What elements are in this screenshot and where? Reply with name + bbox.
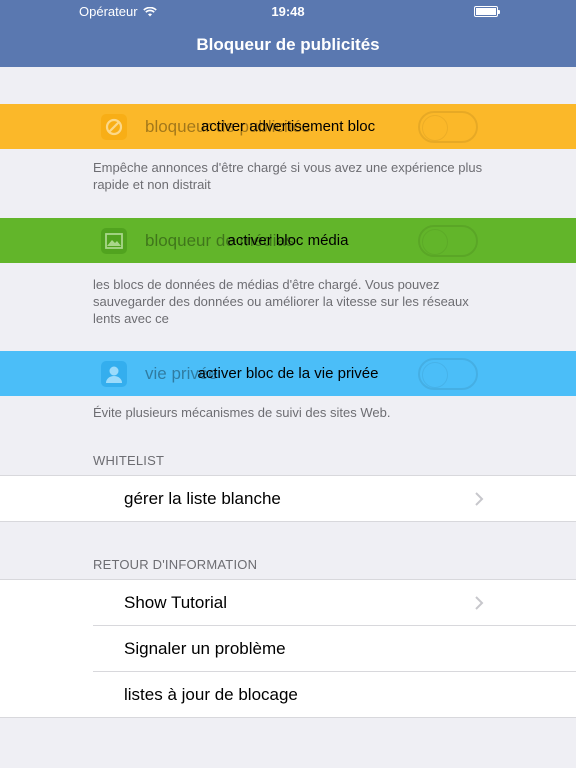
battery-icon	[474, 6, 500, 17]
status-bar: Opérateur 19:48	[0, 0, 576, 22]
nav-title: Bloqueur de publicités	[0, 22, 576, 67]
privacy-block-banner[interactable]: vie privée activer bloc de la vie privée	[0, 351, 576, 396]
report-problem-cell[interactable]: Signaler un problème	[0, 626, 576, 672]
show-tutorial-cell[interactable]: Show Tutorial	[0, 580, 576, 626]
privacy-description: Évite plusieurs mécanismes de suivi des …	[93, 405, 391, 420]
ads-block-banner[interactable]: bloqueur de publicités activer advertise…	[0, 104, 576, 149]
report-problem-label: Signaler un problème	[124, 639, 286, 658]
ads-description: Empêche annonces d'être chargé si vous a…	[93, 160, 483, 192]
media-banner-text: activer bloc média	[227, 232, 349, 249]
chevron-right-icon	[475, 596, 484, 610]
show-tutorial-label: Show Tutorial	[124, 593, 227, 612]
update-blocklists-cell[interactable]: listes à jour de blocage	[0, 672, 576, 718]
media-description: les blocs de données de médias d'être ch…	[93, 277, 469, 326]
divider	[0, 521, 576, 522]
divider	[0, 717, 576, 718]
chevron-right-icon	[475, 492, 484, 506]
manage-whitelist-cell[interactable]: gérer la liste blanche	[0, 476, 576, 522]
privacy-banner-text: activer bloc de la vie privée	[197, 365, 379, 382]
manage-whitelist-label: gérer la liste blanche	[124, 489, 281, 508]
media-block-banner[interactable]: bloqueur de médias activer bloc média	[0, 218, 576, 263]
update-blocklists-label: listes à jour de blocage	[124, 685, 298, 704]
feedback-header: RETOUR D'INFORMATION	[93, 557, 258, 572]
whitelist-header: WHITELIST	[93, 453, 165, 468]
ads-banner-text: activer advertisement bloc	[200, 118, 376, 135]
